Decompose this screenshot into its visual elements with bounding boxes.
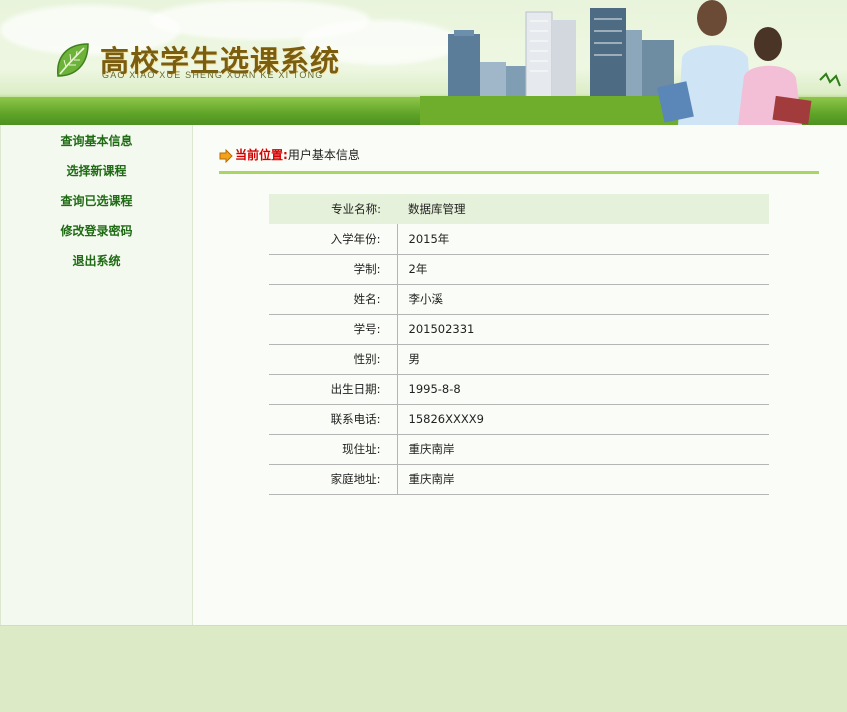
table-row: 学号: 201502331 [269,314,769,345]
footer [0,625,847,712]
field-value: 重庆南岸 [397,464,769,495]
field-value: 15826XXXX9 [397,404,769,435]
main-content: 当前位置:用户基本信息 专业名称: 数据库管理 入学年份: 2015年 学制: … [193,125,847,625]
table-row: 家庭地址: 重庆南岸 [269,464,769,495]
table-row: 姓名: 李小溪 [269,284,769,315]
field-value: 李小溪 [397,284,769,315]
sidebar-item-change-password[interactable]: 修改登录密码 [1,216,192,246]
field-value: 男 [397,344,769,375]
leaf-logo-icon [57,43,89,77]
table-row: 联系电话: 15826XXXX9 [269,404,769,435]
field-label: 现住址: [269,434,398,465]
sidebar-item-select-new-course[interactable]: 选择新课程 [1,156,192,186]
table-row: 性别: 男 [269,344,769,375]
field-label: 姓名: [269,284,398,315]
arrow-right-icon [219,148,233,163]
field-label: 家庭地址: [269,464,398,495]
field-label: 学制: [269,254,398,285]
sidebar-item-query-basic-info[interactable]: 查询基本信息 [1,126,192,156]
breadcrumb: 当前位置:用户基本信息 [219,145,360,167]
sidebar-item-logout[interactable]: 退出系统 [1,246,192,276]
field-value: 1995-8-8 [397,374,769,405]
app-subtitle: GAO XIAO XUE SHENG XUAN KE XI TONG [102,70,324,80]
field-value: 重庆南岸 [397,434,769,465]
field-value: 数据库管理 [397,194,769,224]
field-label: 学号: [269,314,398,345]
field-label: 性别: [269,344,398,375]
breadcrumb-divider [219,171,819,174]
field-value: 2年 [397,254,769,285]
table-row: 出生日期: 1995-8-8 [269,374,769,405]
breadcrumb-value: 用户基本信息 [287,148,360,162]
field-label: 联系电话: [269,404,398,435]
table-row: 学制: 2年 [269,254,769,285]
sidebar-item-query-selected-courses[interactable]: 查询已选课程 [1,186,192,216]
students-photo-icon [657,0,841,125]
table-row: 专业名称: 数据库管理 [269,194,769,224]
sidebar: 查询基本信息 选择新课程 查询已选课程 修改登录密码 退出系统 [0,125,193,625]
user-info-table: 专业名称: 数据库管理 入学年份: 2015年 学制: 2年 姓名: 李小溪 学… [269,194,769,495]
field-value: 201502331 [397,314,769,345]
field-label: 专业名称: [269,194,397,224]
field-value: 2015年 [397,224,769,255]
table-row: 入学年份: 2015年 [269,224,769,255]
breadcrumb-label: 当前位置: [235,148,288,162]
field-label: 入学年份: [269,224,398,255]
table-row: 现住址: 重庆南岸 [269,434,769,465]
header-banner: 高校学生选课系统 GAO XIAO XUE SHENG XUAN KE XI T… [0,0,847,125]
field-label: 出生日期: [269,374,398,405]
